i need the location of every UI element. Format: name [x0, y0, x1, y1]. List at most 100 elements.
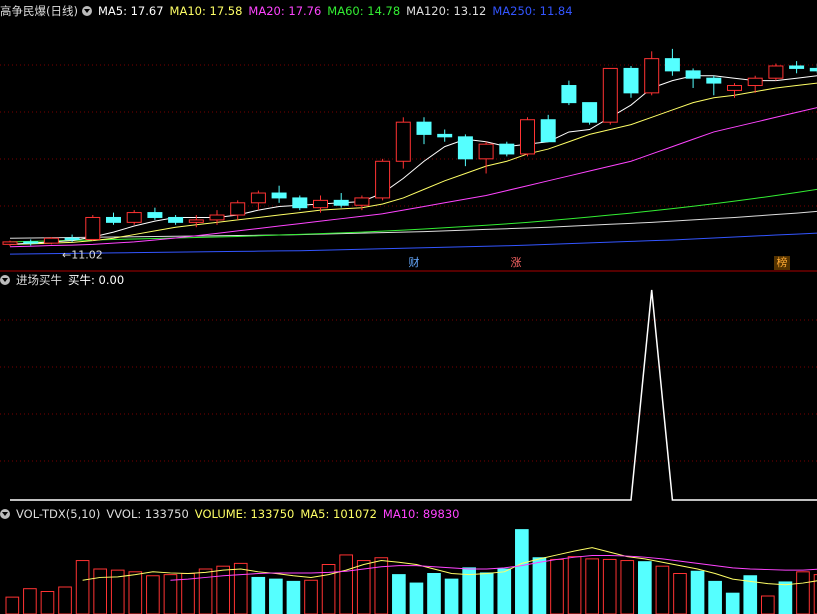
- ma-legend-item-3: MA60: 14.78: [327, 4, 401, 18]
- volume-bar: [233, 562, 248, 614]
- candle-body: [126, 212, 142, 223]
- candle-body: [209, 214, 225, 221]
- ma60-line: [9, 188, 817, 243]
- volume-bar: [286, 580, 301, 614]
- candle-body: [561, 85, 577, 104]
- candle-body: [457, 136, 473, 160]
- limit-up-tag[interactable]: 涨: [508, 256, 524, 270]
- stock-title: 高争民爆(日线): [0, 4, 78, 18]
- candle-body: [685, 70, 701, 79]
- candle-body: [706, 77, 722, 84]
- indicator-header: 进场买牛 买牛: 0.00: [0, 272, 136, 288]
- collapse-arrow-icon[interactable]: [0, 509, 10, 519]
- candle-body: [292, 197, 308, 209]
- volume-bar: [550, 558, 564, 614]
- candle-body: [747, 77, 763, 87]
- volume-bar: [269, 578, 283, 614]
- candle-body: [582, 102, 598, 123]
- volume-bar: [620, 560, 635, 614]
- candle-body: [602, 67, 618, 123]
- volume-bar: [638, 561, 652, 614]
- rank-tag[interactable]: 榜: [774, 256, 790, 270]
- ma-legend-item-0: MA5: 17.67: [97, 4, 164, 18]
- volume-bar: [5, 596, 20, 614]
- vol-ma10-line: [170, 555, 817, 581]
- candle-body: [809, 67, 817, 72]
- volume-bar: [427, 573, 441, 614]
- volume-legend: VVOL: 133750 VOLUME: 133750 MA5: 101072 MA1…: [106, 507, 465, 521]
- buy-legend-item-0: 买牛: 0.00: [68, 273, 125, 287]
- volume-bar: [339, 554, 353, 614]
- volume-bar: [93, 568, 107, 614]
- candle-body: [789, 65, 805, 69]
- candle-body: [416, 121, 432, 135]
- volume-bar: [515, 529, 529, 614]
- candle-body: [250, 192, 266, 204]
- candle-body: [333, 199, 349, 206]
- candle-body: [623, 67, 639, 94]
- candle-body: [230, 202, 246, 216]
- indicator-title: 进场买牛: [16, 273, 62, 287]
- volume-bar: [796, 571, 810, 614]
- candle-body: [23, 241, 39, 244]
- volume-bar: [567, 556, 582, 614]
- candle-body: [520, 119, 535, 155]
- candle-body: [395, 121, 411, 162]
- volume-bar: [304, 579, 318, 614]
- vol-legend-item-2: MA5: 101072: [300, 507, 377, 521]
- candle-body: [354, 197, 370, 206]
- volume-bar: [198, 568, 213, 614]
- candle-body: [271, 192, 287, 199]
- indicator-chart[interactable]: [0, 288, 817, 503]
- volume-title: VOL-TDX(5,10): [16, 507, 101, 521]
- volume-bar: [216, 565, 230, 614]
- volume-bar: [761, 595, 775, 614]
- volume-bar: [58, 586, 72, 614]
- ma-legend-item-5: MA250: 11.84: [492, 4, 573, 18]
- candle-body: [106, 216, 121, 223]
- volume-bar: [163, 574, 178, 614]
- candle-body: [85, 216, 101, 240]
- volume-bar: [392, 574, 406, 614]
- candle-body: [43, 237, 59, 244]
- volume-bar: [673, 573, 687, 614]
- candle-body: [540, 119, 556, 143]
- candle-body: [64, 237, 80, 240]
- low-price-label: ←11.02: [62, 248, 103, 261]
- candle-body: [478, 143, 494, 160]
- volume-chart[interactable]: [0, 522, 817, 614]
- volume-bar: [655, 565, 670, 614]
- vol-legend-item-3: MA10: 89830: [382, 507, 460, 521]
- volume-bar: [725, 592, 740, 614]
- volume-bar: [708, 580, 722, 614]
- vol-legend-item-1: VOLUME: 133750: [194, 507, 295, 521]
- volume-bar: [23, 588, 37, 614]
- collapse-arrow-icon[interactable]: [81, 6, 92, 16]
- ma250-line: [9, 232, 817, 255]
- candle-body: [644, 58, 660, 94]
- candle-body: [664, 58, 680, 72]
- volume-bar: [40, 591, 55, 614]
- finance-tag[interactable]: 财: [406, 256, 422, 270]
- volume-bar: [532, 557, 547, 614]
- volume-bar: [409, 582, 424, 614]
- ma-legend-item-1: MA10: 17.58: [169, 4, 243, 18]
- candle-body: [768, 65, 784, 79]
- volume-bar: [146, 575, 160, 614]
- ma-legend-item-4: MA120: 13.12: [406, 4, 487, 18]
- candle-body: [437, 133, 453, 138]
- volume-bar: [497, 568, 512, 614]
- candle-body: [168, 216, 184, 223]
- volume-bar: [251, 576, 266, 614]
- volume-header: VOL-TDX(5,10) VVOL: 133750 VOLUME: 133750 M…: [0, 506, 471, 522]
- candle-body: [313, 199, 328, 209]
- candlestick-chart[interactable]: 19.66←11.02: [0, 17, 817, 272]
- candle-body: [499, 143, 515, 155]
- indicator-legend: 买牛: 0.00: [68, 273, 130, 287]
- collapse-arrow-icon[interactable]: [0, 275, 10, 285]
- candle-body: [188, 219, 204, 223]
- volume-bar: [585, 558, 599, 614]
- volume-bar: [75, 560, 90, 614]
- candle-body: [147, 212, 163, 218]
- ma-legend: MA5: 17.67 MA10: 17.58 MA20: 17.76 MA60: 14…: [98, 4, 579, 18]
